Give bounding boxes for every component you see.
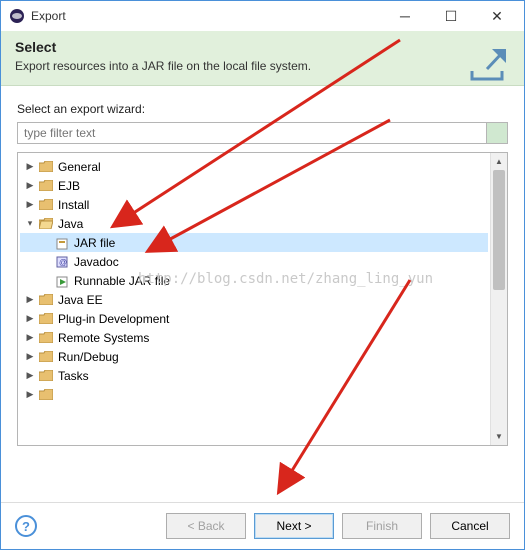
window-title: Export [31,9,382,23]
finish-button[interactable]: Finish [342,513,422,539]
scroll-up-icon[interactable]: ▲ [491,153,507,170]
collapse-icon[interactable]: ▾ [24,218,36,229]
expand-icon[interactable]: ▶ [24,370,36,381]
banner-heading: Select [15,39,510,55]
vertical-scrollbar[interactable]: ▲ ▼ [490,153,507,445]
spacer [17,446,508,496]
help-button[interactable]: ? [15,515,37,537]
export-dialog: Export ─ ☐ ✕ Select Export resources int… [0,0,525,550]
expand-icon[interactable]: ▶ [24,180,36,191]
folder-icon [38,159,54,175]
back-button[interactable]: < Back [166,513,246,539]
tree-label: JAR file [74,236,115,250]
folder-icon [38,330,54,346]
tree-item-remote-systems[interactable]: ▶ Remote Systems [20,328,488,347]
eclipse-icon [9,8,25,24]
export-icon [466,41,508,88]
folder-icon [38,368,54,384]
tree-label: Tasks [58,369,89,383]
expand-icon[interactable]: ▶ [24,332,36,343]
tree-item-plugin-dev[interactable]: ▶ Plug-in Development [20,309,488,328]
tree-item-runnable-jar[interactable]: Runnable JAR file [20,271,488,290]
dialog-body: Select an export wizard: ▶ General ▶ EJB… [1,86,524,502]
tree-label: Java EE [58,293,103,307]
tree-label: Javadoc [74,255,119,269]
tree-label: General [58,160,101,174]
jar-file-icon [54,235,70,251]
folder-icon [38,197,54,213]
scroll-down-icon[interactable]: ▼ [491,428,507,445]
next-button[interactable]: Next > [254,513,334,539]
minimize-button[interactable]: ─ [382,1,428,31]
tree-item-javadoc[interactable]: @ Javadoc [20,252,488,271]
tree-label: Run/Debug [58,350,119,364]
tree-item-javaee[interactable]: ▶ Java EE [20,290,488,309]
expand-icon[interactable]: ▶ [24,161,36,172]
folder-open-icon [38,216,54,232]
export-wizard-tree[interactable]: ▶ General ▶ EJB ▶ Install ▾ Java [18,153,490,445]
tree-item-install[interactable]: ▶ Install [20,195,488,214]
tree-item-java[interactable]: ▾ Java [20,214,488,233]
expand-icon[interactable]: ▶ [24,294,36,305]
tree-label: Install [58,198,89,212]
tree-label: Runnable JAR file [74,274,170,288]
javadoc-icon: @ [54,254,70,270]
banner-description: Export resources into a JAR file on the … [15,59,510,73]
tree-label: Plug-in Development [58,312,169,326]
filter-row [17,122,508,144]
runnable-jar-icon [54,273,70,289]
tree-container: ▶ General ▶ EJB ▶ Install ▾ Java [17,152,508,446]
titlebar: Export ─ ☐ ✕ [1,1,524,31]
tree-item-run-debug[interactable]: ▶ Run/Debug [20,347,488,366]
scroll-thumb[interactable] [493,170,505,290]
tree-item-more[interactable]: ▶ [20,385,488,404]
maximize-button[interactable]: ☐ [428,1,474,31]
tree-item-ejb[interactable]: ▶ EJB [20,176,488,195]
folder-icon [38,178,54,194]
tree-label: Java [58,217,83,231]
banner: Select Export resources into a JAR file … [1,31,524,86]
expand-icon[interactable]: ▶ [24,389,36,400]
tree-label: EJB [58,179,80,193]
tree-item-tasks[interactable]: ▶ Tasks [20,366,488,385]
filter-input[interactable] [17,122,487,144]
button-bar: ? < Back Next > Finish Cancel [1,502,524,549]
folder-icon [38,349,54,365]
tree-item-general[interactable]: ▶ General [20,157,488,176]
tree-item-jar-file[interactable]: JAR file [20,233,488,252]
close-button[interactable]: ✕ [474,1,520,31]
expand-icon[interactable]: ▶ [24,351,36,362]
folder-icon [38,387,54,403]
wizard-label: Select an export wizard: [17,102,508,116]
tree-label: Remote Systems [58,331,149,345]
cancel-button[interactable]: Cancel [430,513,510,539]
expand-icon[interactable]: ▶ [24,313,36,324]
filter-clear-button[interactable] [487,122,508,144]
svg-text:@: @ [59,258,67,267]
expand-icon[interactable]: ▶ [24,199,36,210]
folder-icon [38,292,54,308]
folder-icon [38,311,54,327]
